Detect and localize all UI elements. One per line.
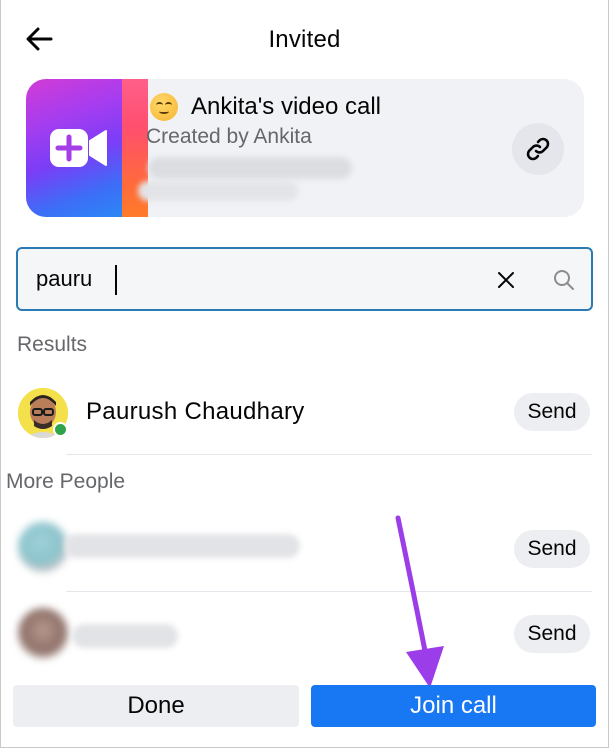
text-caret	[115, 265, 117, 295]
person-row[interactable]: Send	[0, 508, 609, 588]
smiling-face-icon	[150, 93, 178, 121]
copy-link-button[interactable]	[512, 123, 564, 175]
search-input[interactable]	[36, 263, 476, 295]
call-title: Ankita's video call	[191, 93, 382, 120]
blurred-text	[138, 181, 298, 201]
page-title: Invited	[268, 26, 341, 53]
send-button[interactable]: Send	[514, 615, 590, 653]
search-box[interactable]	[16, 247, 593, 311]
person-row[interactable]: Send	[0, 594, 609, 674]
send-button[interactable]: Send	[514, 393, 590, 431]
blurred-name	[72, 624, 178, 648]
blurred-text	[148, 157, 352, 179]
divider	[66, 454, 592, 455]
avatar	[18, 522, 68, 572]
call-card: Ankita's video call Created by Ankita	[26, 79, 584, 217]
avatar	[18, 608, 68, 658]
divider	[66, 591, 592, 592]
results-label: Results	[17, 333, 88, 356]
clear-search-button[interactable]	[492, 266, 520, 294]
call-created-by: Created by Ankita	[146, 125, 312, 148]
header: Invited	[0, 0, 609, 78]
more-people-label: More People	[6, 470, 126, 493]
done-button[interactable]: Done	[13, 685, 299, 727]
send-button[interactable]: Send	[514, 530, 590, 568]
close-icon	[498, 272, 514, 288]
online-status-indicator	[53, 422, 68, 437]
person-row[interactable]: Paurush Chaudhary Send	[0, 372, 609, 452]
person-name: Paurush Chaudhary	[86, 398, 305, 425]
link-icon	[526, 137, 550, 161]
video-plus-icon	[50, 129, 107, 167]
join-call-button[interactable]: Join call	[311, 685, 596, 727]
search-icon	[550, 266, 578, 294]
blurred-name	[64, 534, 300, 558]
